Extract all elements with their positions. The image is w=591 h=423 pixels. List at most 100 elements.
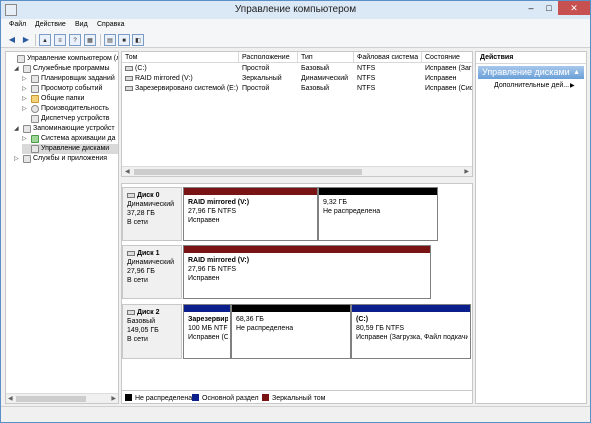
partition-raid-mirrored-v[interactable]: RAID mirrored (V:) 27,96 ГБ NTFS Исправе…: [183, 245, 431, 299]
cell-layout: Простой: [242, 85, 270, 92]
column-header-layout[interactable]: Расположение: [239, 52, 298, 63]
tree-item-computer-management[interactable]: Управление компьютером (л: [8, 54, 118, 64]
scroll-thumb[interactable]: [16, 396, 86, 402]
disk-0-label[interactable]: Диск 0 Динамический 37,28 ГБ В сети: [122, 187, 182, 241]
drive-icon: [125, 85, 133, 91]
close-button[interactable]: ✕: [558, 1, 590, 15]
services-icon: [23, 155, 31, 163]
table-row[interactable]: Зарезервировано системой (E:): [122, 84, 239, 94]
cell-type: Динамический: [301, 75, 349, 82]
cell-layout: Зеркальный: [242, 75, 282, 82]
partition-unallocated[interactable]: 9,32 ГБ Не распределена: [318, 187, 438, 241]
disk-icon: [127, 250, 135, 256]
column-header-volume[interactable]: Том: [122, 52, 239, 63]
performance-icon: [31, 105, 39, 113]
forward-arrow-icon[interactable]: ▶: [20, 34, 32, 46]
cell-type: Базовый: [301, 65, 330, 72]
scroll-left-icon[interactable]: ◀: [8, 394, 13, 403]
column-header-filesystem[interactable]: Файловая система: [354, 52, 422, 63]
folder-icon: [31, 95, 39, 103]
tree-horizontal-scrollbar[interactable]: ◀ ▶: [6, 393, 118, 403]
console-tree-icon[interactable]: ▦: [84, 34, 96, 46]
computer-management-icon: [17, 55, 25, 63]
help-icon[interactable]: ?: [69, 34, 81, 46]
cell-filesystem: NTFS: [357, 75, 376, 82]
clock-icon: [31, 75, 39, 83]
scroll-right-icon[interactable]: ▶: [111, 394, 116, 403]
expand-arrow-icon[interactable]: ▷: [14, 154, 21, 164]
properties-icon[interactable]: ≡: [54, 34, 66, 46]
cell-filesystem: NTFS: [357, 85, 376, 92]
disk-management-icon: [31, 145, 39, 153]
actions-pane: Действия Управление дисками ▲ Дополнител…: [475, 51, 587, 404]
cell-type: Базовый: [301, 85, 330, 92]
expand-arrow-icon[interactable]: ▷: [22, 84, 29, 94]
collapse-triangle-icon[interactable]: ▲: [573, 66, 580, 79]
cell-layout: Простой: [242, 65, 270, 72]
partition-unallocated[interactable]: 68,36 ГБ Не распределена: [231, 304, 351, 359]
tools-icon: [23, 65, 31, 73]
tree-item-disk-management[interactable]: Управление дисками: [22, 144, 118, 154]
tree-item-performance[interactable]: ▷ Производительность: [22, 104, 118, 114]
title-bar: Управление компьютером – □ ✕: [1, 1, 590, 19]
up-folder-icon[interactable]: ▲: [39, 34, 51, 46]
scroll-thumb[interactable]: [134, 169, 362, 175]
tree-item-shared-folders[interactable]: ▷ Общие папки: [22, 94, 118, 104]
connect-icon[interactable]: ■: [118, 34, 130, 46]
cell-status: Исправен (Загр: [425, 65, 473, 72]
menu-file[interactable]: Файл: [9, 21, 26, 28]
actions-header: Действия: [476, 52, 586, 64]
expand-arrow-icon[interactable]: ▷: [22, 104, 29, 114]
volume-list: Том Расположение Тип Файловая система Со…: [121, 51, 473, 177]
table-row[interactable]: (C:): [122, 64, 239, 74]
partition-raid-mirrored-v[interactable]: RAID mirrored (V:) 27,96 ГБ NTFS Исправе…: [183, 187, 318, 241]
tree-item-backup[interactable]: ▷ Система архивации да: [22, 134, 118, 144]
computer-management-window: Управление компьютером – □ ✕ Файл Действ…: [0, 0, 591, 423]
more-actions-item[interactable]: Дополнительные дей... ▶: [494, 82, 575, 89]
tree-item-event-viewer[interactable]: ▷ Просмотр событий: [22, 84, 118, 94]
tree-item-task-scheduler[interactable]: ▷ Планировщик заданий: [22, 74, 118, 84]
settings-icon[interactable]: ◧: [132, 34, 144, 46]
column-header-status[interactable]: Состояние: [422, 52, 472, 63]
tree-item-system-tools[interactable]: ◢ Служебные программы: [14, 64, 118, 74]
export-icon[interactable]: ▤: [104, 34, 116, 46]
event-viewer-icon: [31, 85, 39, 93]
backup-icon: [31, 135, 39, 143]
menu-help[interactable]: Справка: [97, 21, 124, 28]
column-header-type[interactable]: Тип: [298, 52, 354, 63]
legend-primary: Основной раздел: [192, 394, 259, 402]
scroll-left-icon[interactable]: ◀: [125, 167, 130, 176]
menu-view[interactable]: Вид: [75, 21, 88, 28]
toolbar: ◀ ▶ ▲ ≡ ? ▦ ▤ ■ ◧: [1, 32, 590, 48]
tree-item-services-apps[interactable]: ▷ Службы и приложения: [14, 154, 118, 164]
disk-2-label[interactable]: Диск 2 Базовый 149,05 ГБ В сети: [122, 304, 182, 359]
disk-1-label[interactable]: Диск 1 Динамический 27,96 ГБ В сети: [122, 245, 182, 299]
back-arrow-icon[interactable]: ◀: [6, 34, 18, 46]
device-manager-icon: [31, 115, 39, 123]
expand-arrow-icon[interactable]: ▷: [22, 94, 29, 104]
disk-icon: [127, 192, 135, 198]
tree-item-storage[interactable]: ◢ Запоминающие устройст: [14, 124, 118, 134]
collapse-arrow-icon[interactable]: ◢: [14, 64, 21, 74]
expand-arrow-icon[interactable]: ▷: [22, 74, 29, 84]
menu-bar: Файл Действие Вид Справка: [1, 19, 590, 32]
console-tree: Управление компьютером (л ◢ Служебные пр…: [5, 51, 119, 404]
minimize-button[interactable]: –: [522, 1, 540, 15]
partition-c-drive[interactable]: (C:) 80,59 ГБ NTFS Исправен (Загрузка, Ф…: [351, 304, 471, 359]
disk-map: Диск 0 Динамический 37,28 ГБ В сети RAID…: [121, 183, 473, 404]
table-row[interactable]: RAID mirrored (V:): [122, 74, 239, 84]
partition-system-reserved[interactable]: Зарезервир 100 МБ NTFS Исправен (С: [183, 304, 231, 359]
menu-action[interactable]: Действие: [35, 21, 66, 28]
disk-icon: [127, 309, 135, 315]
window-title: Управление компьютером: [234, 4, 357, 15]
scroll-right-icon[interactable]: ▶: [464, 167, 469, 176]
maximize-button[interactable]: □: [540, 1, 558, 15]
status-bar: [1, 406, 590, 422]
actions-section-disk-management[interactable]: Управление дисками ▲: [478, 66, 584, 79]
volume-list-horizontal-scrollbar[interactable]: ◀ ▶: [122, 166, 472, 176]
legend-unallocated: Не распределена: [125, 394, 192, 402]
cell-status: Исправен (Сист: [425, 85, 473, 92]
collapse-arrow-icon[interactable]: ◢: [14, 124, 21, 134]
expand-arrow-icon[interactable]: ▷: [22, 134, 29, 144]
tree-item-device-manager[interactable]: Диспетчер устройств: [22, 114, 118, 124]
